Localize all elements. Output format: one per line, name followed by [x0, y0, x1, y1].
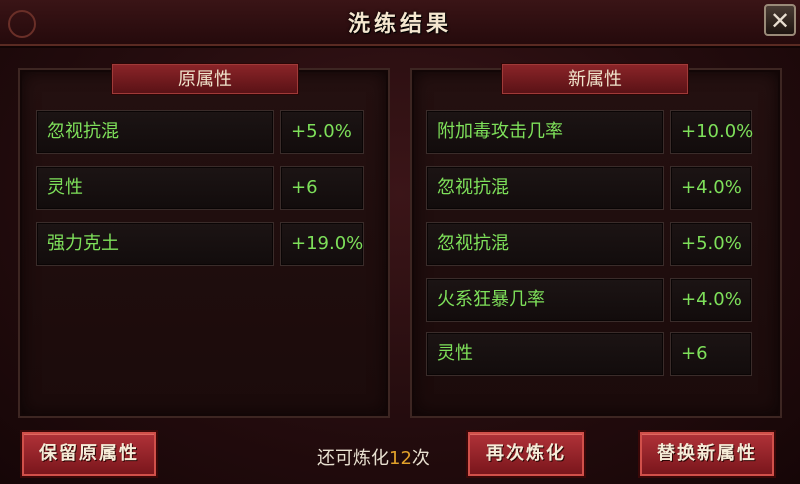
attr-value: +4.0%: [670, 278, 752, 322]
attr-value: +4.0%: [670, 166, 752, 210]
attr-name: 火系狂暴几率: [426, 278, 664, 322]
original-attributes-panel: 原属性 忽视抗混 +5.0% 灵性 +6 强力克土 +19.0%: [18, 64, 390, 418]
new-attributes-panel: 新属性 附加毒攻击几率 +10.0% 忽视抗混 +4.0% 忽视抗混 +5.0%…: [410, 64, 782, 418]
attr-value: +6: [280, 166, 364, 210]
attr-name: 忽视抗混: [426, 222, 664, 266]
remaining-refines-count: 12: [389, 448, 412, 469]
attr-value: +5.0%: [670, 222, 752, 266]
refine-result-window: 洗练结果 ✕ 原属性 忽视抗混 +5.0% 灵性 +6 强力克土 +19.0% …: [0, 0, 800, 484]
refine-again-button[interactable]: 再次炼化: [468, 432, 584, 476]
original-attributes-header: 原属性: [112, 64, 298, 94]
title-bar: 洗练结果 ✕: [0, 0, 800, 46]
attr-name: 强力克土: [36, 222, 274, 266]
replace-new-button[interactable]: 替换新属性: [640, 432, 774, 476]
window-title: 洗练结果: [347, 11, 452, 37]
attr-value: +5.0%: [280, 110, 364, 154]
attr-name: 灵性: [426, 332, 664, 376]
new-attributes-header: 新属性: [502, 64, 688, 94]
keep-original-button[interactable]: 保留原属性: [22, 432, 156, 476]
attr-name: 忽视抗混: [426, 166, 664, 210]
attr-name: 灵性: [36, 166, 274, 210]
attr-name: 附加毒攻击几率: [426, 110, 664, 154]
remaining-refines-text: 还可炼化12次: [317, 444, 430, 470]
remaining-refines-prefix: 还可炼化: [317, 448, 389, 469]
remaining-refines-suffix: 次: [411, 448, 430, 469]
attr-value: +19.0%: [280, 222, 364, 266]
attr-name: 忽视抗混: [36, 110, 274, 154]
close-button[interactable]: ✕: [764, 4, 796, 36]
attr-value: +6: [670, 332, 752, 376]
attr-value: +10.0%: [670, 110, 753, 154]
